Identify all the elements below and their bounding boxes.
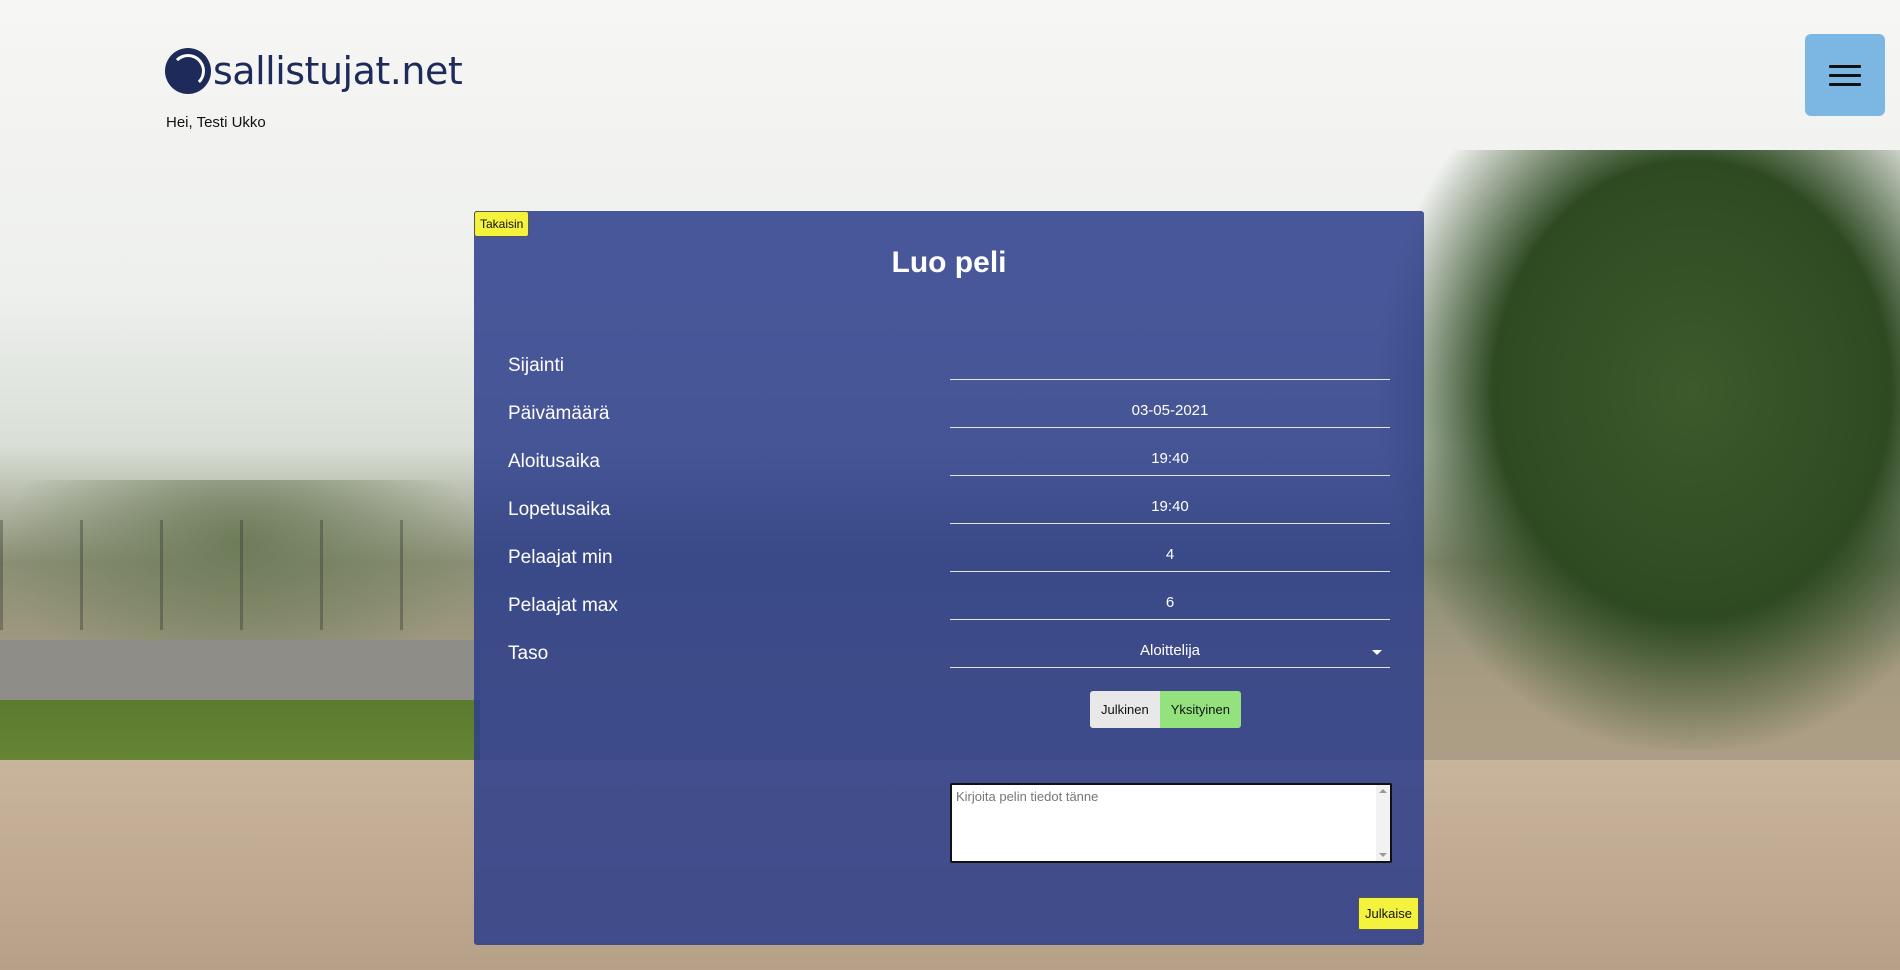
site-logo[interactable]: sallistujat.net: [165, 48, 463, 94]
hamburger-menu-icon: [1829, 64, 1861, 68]
page-title: Luo peli: [891, 246, 1007, 279]
players-max-label: Pelaajat max: [508, 595, 618, 616]
end-time-input[interactable]: 19:40: [950, 493, 1390, 524]
start-time-input[interactable]: 19:40: [950, 445, 1390, 476]
create-game-panel: Takaisin Luo peli Sijainti Päivämäärä 03…: [474, 211, 1424, 945]
players-min-label: Pelaajat min: [508, 547, 613, 568]
scroll-down-icon[interactable]: [1379, 853, 1387, 857]
players-min-row: Pelaajat min 4: [508, 533, 1390, 575]
players-min-input[interactable]: 4: [950, 541, 1390, 572]
visibility-toggle: Julkinen Yksityinen: [1090, 691, 1241, 728]
players-max-input[interactable]: 6: [950, 589, 1390, 620]
publish-button[interactable]: Julkaise: [1358, 897, 1419, 930]
menu-button[interactable]: [1805, 34, 1885, 116]
background-trees-right: [1380, 150, 1900, 750]
date-input[interactable]: 03-05-2021: [950, 397, 1390, 428]
location-row: Sijainti: [508, 341, 1390, 383]
location-label: Sijainti: [508, 355, 564, 376]
textarea-placeholder: Kirjoita pelin tiedot tänne: [956, 789, 1099, 804]
scroll-up-icon[interactable]: [1379, 789, 1387, 793]
private-option[interactable]: Yksityinen: [1159, 691, 1241, 728]
level-select-value: Aloittelija: [1139, 642, 1201, 659]
date-row: Päivämäärä 03-05-2021: [508, 389, 1390, 431]
end-time-row: Lopetusaika 19:40: [508, 485, 1390, 527]
location-input[interactable]: [950, 349, 1390, 380]
user-greeting: Hei, Testi Ukko: [166, 114, 266, 131]
chevron-down-icon: [1372, 650, 1382, 655]
start-time-label: Aloitusaika: [508, 451, 600, 472]
background-fence: [0, 520, 480, 630]
volleyball-icon: [165, 48, 211, 94]
level-select[interactable]: Aloittelija: [950, 637, 1390, 668]
public-option[interactable]: Julkinen: [1090, 691, 1160, 728]
end-time-label: Lopetusaika: [508, 499, 611, 520]
back-button[interactable]: Takaisin: [474, 211, 530, 237]
start-time-row: Aloitusaika 19:40: [508, 437, 1390, 479]
level-row: Taso Aloittelija: [508, 629, 1390, 671]
logo-text: sallistujat.net: [213, 49, 463, 93]
level-label: Taso: [508, 643, 549, 664]
textarea-scrollbar[interactable]: [1376, 785, 1390, 861]
date-label: Päivämäärä: [508, 403, 610, 424]
players-max-row: Pelaajat max 6: [508, 581, 1390, 623]
game-details-textarea[interactable]: Kirjoita pelin tiedot tänne: [950, 783, 1392, 863]
